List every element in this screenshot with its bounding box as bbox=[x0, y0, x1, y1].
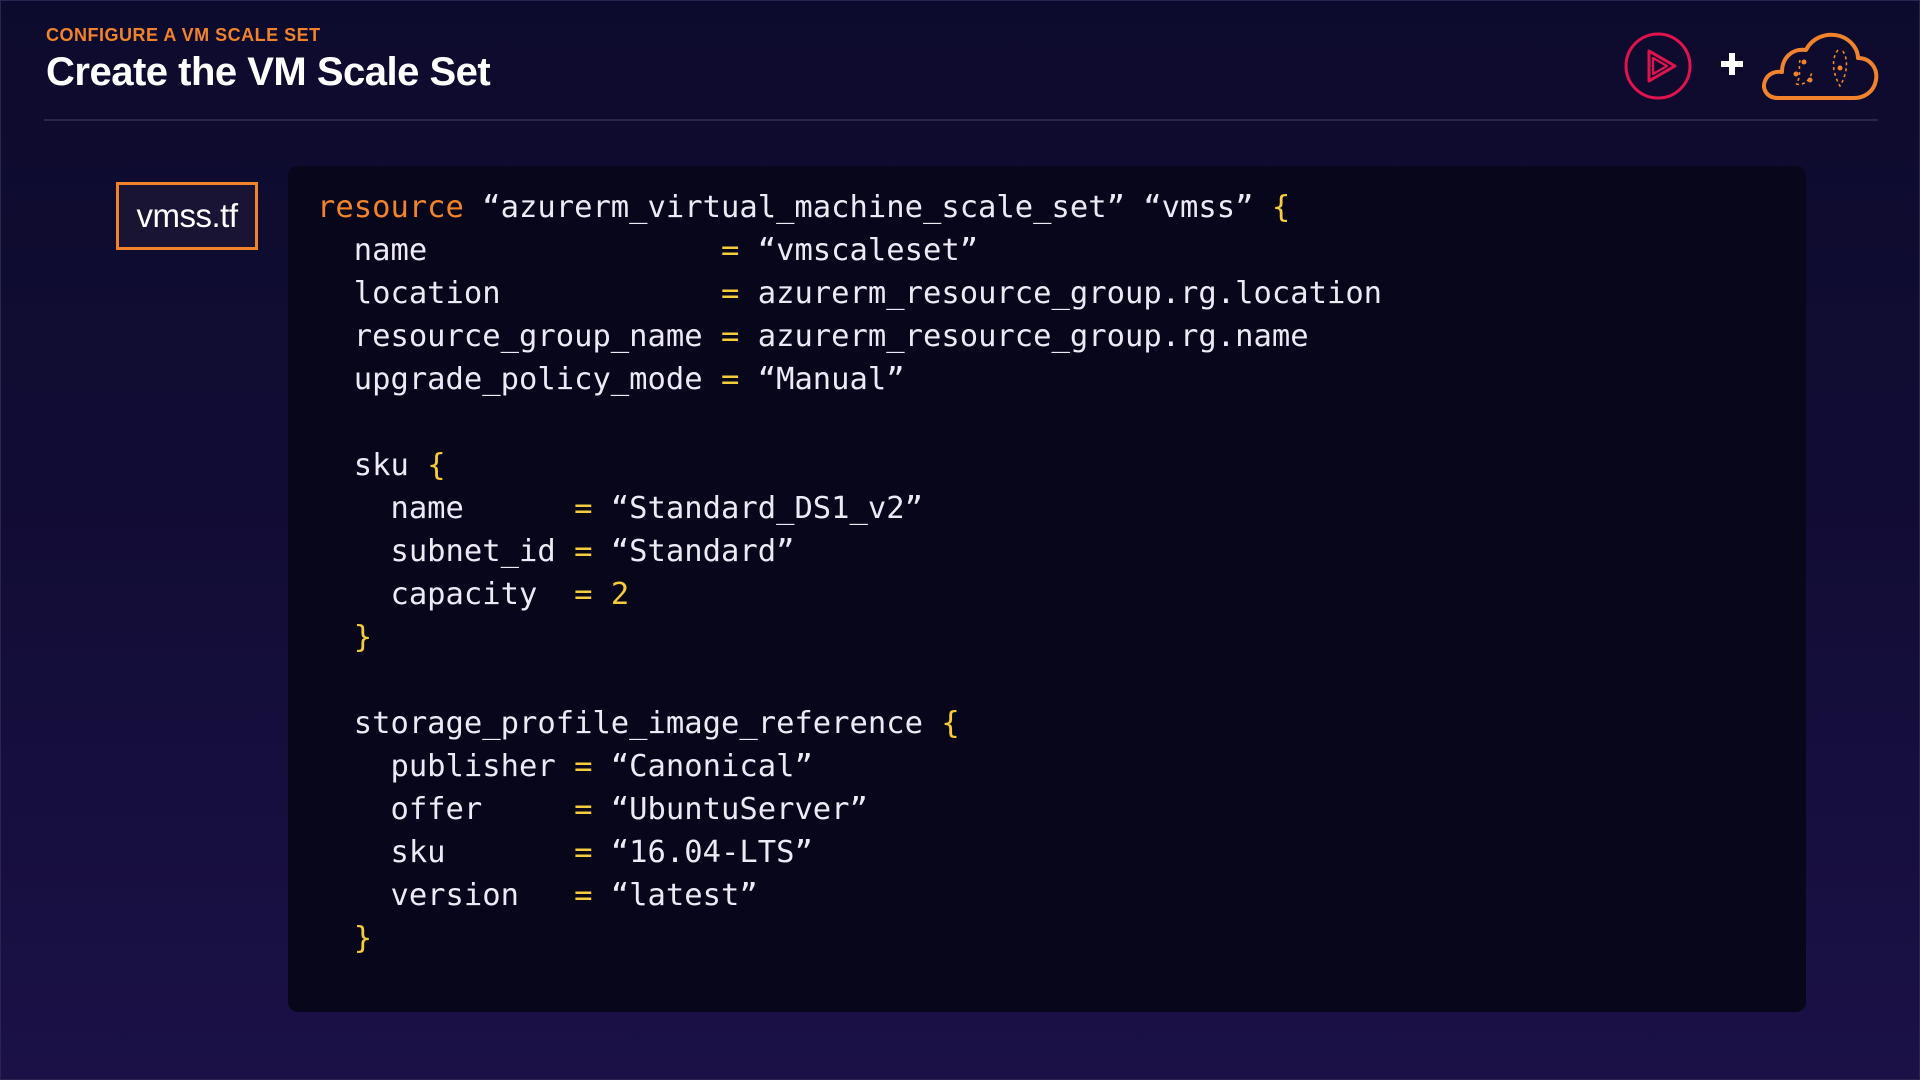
code-brace: } bbox=[353, 921, 373, 956]
code-value: “16.04-LTS” bbox=[592, 835, 813, 870]
code-line-storage-block: storage_profile_image_reference { bbox=[317, 702, 1382, 745]
code-operator: = bbox=[574, 534, 593, 569]
file-name-tab: vmss.tf bbox=[116, 182, 258, 250]
code-operator: = bbox=[720, 276, 740, 311]
code-value: “Canonical” bbox=[592, 749, 813, 784]
code-operator: = bbox=[574, 577, 593, 612]
slide-header: CONFIGURE A VM SCALE SET Create the VM S… bbox=[46, 24, 491, 96]
page-title: Create the VM Scale Set bbox=[46, 50, 491, 94]
code-line: capacity = 2 bbox=[317, 573, 1382, 616]
code-key: sku bbox=[317, 448, 428, 483]
logo-group bbox=[1620, 28, 1880, 108]
code-value: “Standard_DS1_v2” bbox=[592, 491, 923, 526]
code-keyword: resource bbox=[317, 190, 464, 225]
code-line-sku-block: sku { bbox=[317, 444, 1382, 487]
code-brace: { bbox=[1271, 190, 1291, 225]
code-operator: = bbox=[574, 835, 593, 870]
code-brace: { bbox=[941, 706, 960, 741]
code-number: 2 bbox=[592, 577, 630, 612]
code-key: offer bbox=[317, 792, 575, 827]
plus-icon bbox=[1721, 53, 1743, 75]
header-divider bbox=[44, 119, 1878, 121]
code-value: “Standard” bbox=[592, 534, 795, 569]
code-brace: } bbox=[353, 620, 373, 655]
code-line: upgrade_policy_mode = “Manual” bbox=[317, 358, 1382, 401]
code-key: subnet_id bbox=[317, 534, 575, 569]
code-value: “Manual” bbox=[739, 362, 905, 397]
code-key: sku bbox=[317, 835, 575, 870]
code-key: storage_profile_image_reference bbox=[317, 706, 942, 741]
code-line: publisher = “Canonical” bbox=[317, 745, 1382, 788]
code-operator: = bbox=[574, 878, 593, 913]
code-value: azurerm_resource_group.rg.name bbox=[739, 319, 1309, 354]
code-operator: = bbox=[720, 319, 740, 354]
code-line: name = “Standard_DS1_v2” bbox=[317, 487, 1382, 530]
code-panel: resource “azurerm_virtual_machine_scale_… bbox=[288, 166, 1806, 1012]
code-line: resource_group_name = azurerm_resource_g… bbox=[317, 315, 1382, 358]
code-operator: = bbox=[574, 491, 593, 526]
code-key: location bbox=[317, 276, 721, 311]
code-key: publisher bbox=[317, 749, 575, 784]
code-key: capacity bbox=[317, 577, 575, 612]
code-line-resource: resource “azurerm_virtual_machine_scale_… bbox=[317, 186, 1382, 229]
cloud-icon bbox=[1762, 32, 1879, 100]
code-line: subnet_id = “Standard” bbox=[317, 530, 1382, 573]
section-label: CONFIGURE A VM SCALE SET bbox=[46, 25, 321, 45]
code-line: offer = “UbuntuServer” bbox=[317, 788, 1382, 831]
code-operator: = bbox=[574, 792, 593, 827]
code-value: azurerm_resource_group.rg.location bbox=[739, 276, 1383, 311]
code-line: version = “latest” bbox=[317, 874, 1382, 917]
code-value: “UbuntuServer” bbox=[592, 792, 868, 827]
code-operator: = bbox=[720, 362, 740, 397]
code-line-close: } bbox=[317, 917, 1382, 960]
code-value: “vmscaleset” bbox=[739, 233, 979, 268]
pluralsight-play-icon bbox=[1624, 32, 1692, 100]
code-key: name bbox=[317, 491, 575, 526]
code-operator: = bbox=[574, 749, 593, 784]
code-value: “latest” bbox=[592, 878, 758, 913]
code-line: sku = “16.04-LTS” bbox=[317, 831, 1382, 874]
code-key: version bbox=[317, 878, 575, 913]
code-key: upgrade_policy_mode bbox=[317, 362, 721, 397]
code-text: “azurerm_virtual_machine_scale_set” “vms… bbox=[463, 190, 1272, 225]
code-line: location = azurerm_resource_group.rg.loc… bbox=[317, 272, 1382, 315]
code-key: resource_group_name bbox=[317, 319, 721, 354]
code-block: resource “azurerm_virtual_machine_scale_… bbox=[317, 186, 1382, 960]
code-operator: = bbox=[720, 233, 740, 268]
code-brace: { bbox=[427, 448, 446, 483]
code-line: name = “vmscaleset” bbox=[317, 229, 1382, 272]
code-key: name bbox=[317, 233, 721, 268]
code-line-close: } bbox=[317, 616, 1382, 659]
